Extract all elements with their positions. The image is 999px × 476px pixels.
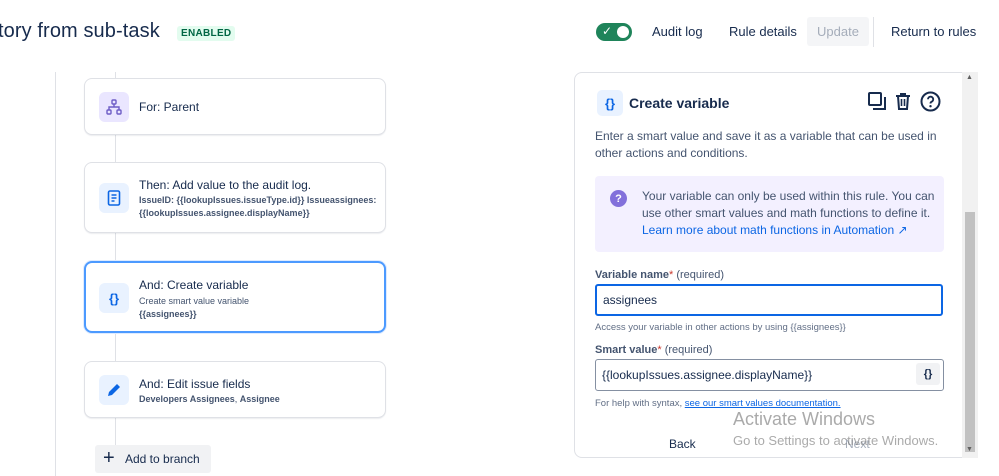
panel-title: Create variable xyxy=(629,95,730,111)
panel-scrollbar[interactable]: ▲ ▼ xyxy=(962,72,978,458)
audit-log-button[interactable]: Audit log xyxy=(652,24,703,39)
card-title: And: Create variable xyxy=(139,278,249,292)
return-to-rules-button[interactable]: Return to rules xyxy=(891,24,976,39)
add-to-branch-button[interactable]: + Add to branch xyxy=(95,445,211,473)
variable-name-input[interactable] xyxy=(595,284,943,316)
back-button[interactable]: Back xyxy=(669,437,696,451)
connector-line xyxy=(115,233,116,261)
watermark-line1: Activate Windows xyxy=(733,409,876,429)
flow-card-create-variable[interactable]: {} And: Create variable Create smart val… xyxy=(84,261,386,333)
rule-details-button[interactable]: Rule details xyxy=(729,24,797,39)
update-button[interactable]: Update xyxy=(807,17,869,46)
card-title: For: Parent xyxy=(139,100,200,114)
smart-value-input[interactable] xyxy=(595,359,944,391)
math-functions-link[interactable]: Learn more about math functions in Autom… xyxy=(642,223,908,237)
branch-icon xyxy=(99,92,129,122)
flow-card-edit-issue-fields[interactable]: And: Edit issue fields Developers Assign… xyxy=(84,361,386,418)
smart-value-label: Smart value* (required) xyxy=(595,344,712,356)
add-to-branch-label: Add to branch xyxy=(125,452,200,466)
question-icon: ? xyxy=(610,190,627,207)
plus-icon: + xyxy=(103,447,115,469)
flow-card-for-parent[interactable]: For: Parent xyxy=(84,78,386,135)
watermark-line2: Go to Settings to activate Windows. xyxy=(733,433,939,448)
card-detail-main: Developers Assignees xyxy=(139,394,235,404)
card-subtitle: Create smart value variable xyxy=(139,296,250,306)
smart-value-label-text: Smart value xyxy=(595,344,658,356)
smart-value-braces-button[interactable]: {} xyxy=(916,363,940,385)
card-detail: IssueID: {{lookupIssues.issueType.id}} I… xyxy=(139,195,377,218)
card-detail: Developers Assignees, Assignee xyxy=(139,393,379,406)
panel-description: Enter a smart value and save it as a var… xyxy=(595,129,937,160)
scroll-up-icon[interactable]: ▲ xyxy=(966,74,973,81)
variable-name-label: Variable name* (required) xyxy=(595,269,724,281)
flow-card-audit-log[interactable]: Then: Add value to the audit log. IssueI… xyxy=(84,162,386,233)
smart-value-help-prefix: For help with syntax, xyxy=(595,398,683,409)
variable-name-help: Access your variable in other actions by… xyxy=(595,322,846,333)
info-text: Your variable can only be used within th… xyxy=(642,188,942,239)
toggle-knob xyxy=(617,26,629,38)
required-mark: * xyxy=(669,269,674,281)
variable-name-label-text: Variable name xyxy=(595,269,669,281)
check-icon: ✓ xyxy=(602,24,613,38)
rule-enabled-toggle[interactable]: ✓ xyxy=(596,23,632,41)
scrollbar-thumb[interactable] xyxy=(965,212,975,452)
scroll-down-icon[interactable]: ▼ xyxy=(966,446,973,453)
duplicate-icon[interactable] xyxy=(867,91,887,113)
document-icon xyxy=(99,183,129,213)
info-message: ? Your variable can only be used within … xyxy=(595,176,944,252)
config-panel: {} Create variable Enter a smart value a… xyxy=(574,72,978,458)
status-badge: ENABLED xyxy=(177,26,236,41)
card-detail-end: Assignee xyxy=(239,394,280,404)
trash-icon[interactable] xyxy=(893,91,913,113)
rule-header: tory from sub-task ENABLED ✓ Audit log R… xyxy=(0,0,999,64)
braces-icon: {} xyxy=(597,90,623,116)
flow-rail xyxy=(55,72,56,476)
connector-line xyxy=(115,134,116,162)
header-divider xyxy=(873,17,874,47)
smart-values-docs-link[interactable]: see our smart values documentation. xyxy=(685,398,841,409)
card-title: And: Edit issue fields xyxy=(139,377,251,391)
card-detail: {{assignees}} xyxy=(139,309,197,319)
connector-line xyxy=(115,333,116,361)
connector-line xyxy=(115,417,116,447)
required-text: (required) xyxy=(664,344,713,356)
braces-icon: {} xyxy=(99,283,129,313)
pencil-icon xyxy=(99,375,129,405)
info-message-text: Your variable can only be used within th… xyxy=(642,189,935,220)
help-icon[interactable] xyxy=(920,91,941,113)
smart-value-help: For help with syntax, see our smart valu… xyxy=(595,398,841,409)
rule-title: tory from sub-task xyxy=(0,20,160,42)
required-mark: * xyxy=(657,344,662,356)
required-text: (required) xyxy=(676,269,725,281)
card-title: Then: Add value to the audit log. xyxy=(139,178,312,192)
activate-windows-watermark: Activate Windows Go to Settings to activ… xyxy=(733,409,938,448)
smart-value-field: {} xyxy=(595,359,944,391)
